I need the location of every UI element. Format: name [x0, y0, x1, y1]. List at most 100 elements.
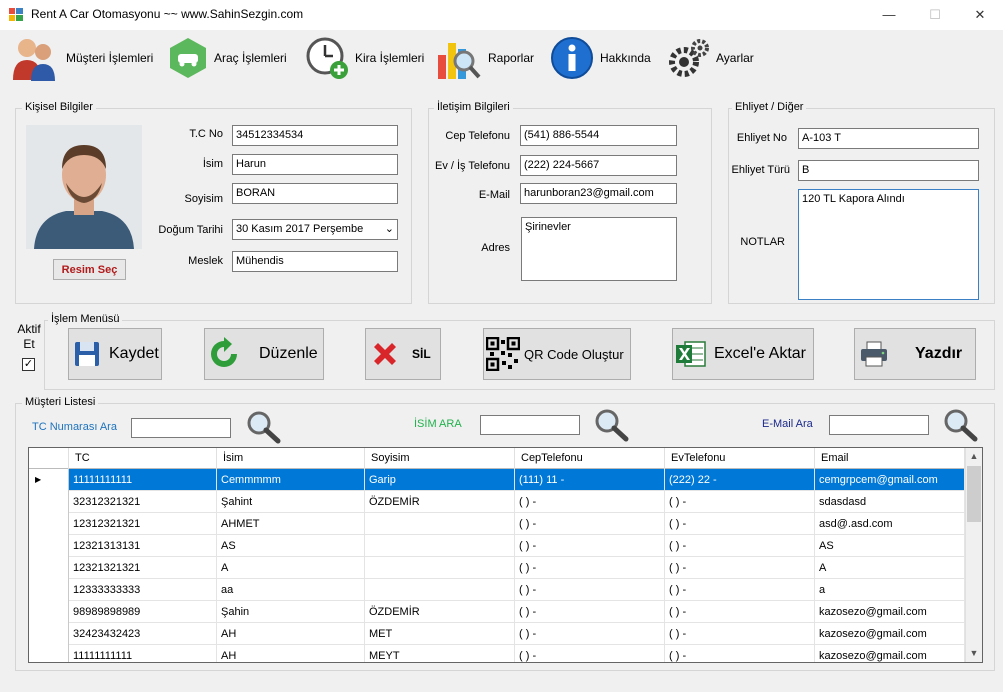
cell-tc[interactable]: 11111111111 [69, 469, 217, 491]
column-header-cellphone[interactable]: CepTelefonu [515, 448, 665, 469]
cell-tc[interactable]: 32312321321 [69, 491, 217, 513]
cell-surname[interactable]: MET [365, 623, 515, 645]
notes-input[interactable]: 120 TL Kapora Alındı [798, 189, 979, 300]
cell-email[interactable]: a [815, 579, 965, 601]
cell-surname[interactable]: ÖZDEMİR [365, 491, 515, 513]
cell-email[interactable]: sdasdasd [815, 491, 965, 513]
grid-scrollbar[interactable]: ▲ ▼ [965, 448, 982, 662]
cell-tc[interactable]: 11111111111 [69, 645, 217, 662]
cell-surname[interactable] [365, 579, 515, 601]
cell-tc[interactable]: 12321313131 [69, 535, 217, 557]
cell-homephone[interactable]: ( ) - [665, 513, 815, 535]
row-selector[interactable] [29, 491, 69, 513]
email-input[interactable]: harunboran23@gmail.com [520, 183, 677, 204]
search-tc-input[interactable] [131, 418, 231, 438]
column-header-homephone[interactable]: EvTelefonu [665, 448, 815, 469]
cell-email[interactable]: AS [815, 535, 965, 557]
cell-cellphone[interactable]: ( ) - [515, 535, 665, 557]
column-header-name[interactable]: İsim [217, 448, 365, 469]
table-row[interactable]: 12321321321 A( ) -( ) -A [29, 557, 965, 579]
address-input[interactable]: Şirinevler [521, 217, 677, 281]
table-row[interactable]: 32312321321 Şahint ÖZDEMİR( ) -( ) - sdasda… [29, 491, 965, 513]
customer-grid[interactable]: TC İsim Soyisim CepTelefonu EvTelefonu E… [28, 447, 983, 663]
maximize-button[interactable]: ☐ [912, 0, 958, 30]
name-input[interactable]: Harun [232, 154, 398, 175]
edit-button[interactable]: Düzenle [204, 328, 324, 380]
cell-cellphone[interactable]: ( ) - [515, 513, 665, 535]
print-button[interactable]: Yazdır [854, 328, 976, 380]
cell-surname[interactable]: ÖZDEMİR [365, 601, 515, 623]
cell-tc[interactable]: 12312321321 [69, 513, 217, 535]
cell-name[interactable]: Şahin [217, 601, 365, 623]
close-button[interactable]: ✕ [957, 0, 1003, 30]
cell-homephone[interactable]: ( ) - [665, 491, 815, 513]
delete-button[interactable]: SİL [365, 328, 441, 380]
cell-name[interactable]: AS [217, 535, 365, 557]
cell-name[interactable]: Şahint [217, 491, 365, 513]
table-row[interactable]: 12333333333 aa( ) -( ) -a [29, 579, 965, 601]
cell-name[interactable]: AH [217, 645, 365, 662]
row-selector[interactable] [29, 513, 69, 535]
menu-ayarlar[interactable]: Ayarlar [666, 33, 754, 83]
scroll-down-icon[interactable]: ▼ [966, 645, 982, 662]
row-selector[interactable] [29, 601, 69, 623]
column-header-tc[interactable]: TC [69, 448, 217, 469]
cell-name[interactable]: Cemmmmm [217, 469, 365, 491]
row-selector[interactable] [29, 535, 69, 557]
table-row[interactable]: 11111111111 AH MEYT( ) -( ) - kazosezo@gmai… [29, 645, 965, 662]
home-phone-input[interactable]: (222) 224-5667 [520, 155, 677, 176]
cell-tc[interactable]: 98989898989 [69, 601, 217, 623]
table-row[interactable]: 98989898989 Şahin ÖZDEMİR( ) -( ) - kazosez… [29, 601, 965, 623]
menu-hakkinda[interactable]: Hakkında [550, 33, 651, 83]
chevron-down-icon[interactable]: ⌄ [385, 222, 394, 237]
license-no-input[interactable]: A-103 T [798, 128, 979, 149]
cell-email[interactable]: cemgrpcem@gmail.com [815, 469, 965, 491]
row-selector[interactable] [29, 623, 69, 645]
cell-name[interactable]: AH [217, 623, 365, 645]
cell-email[interactable]: kazosezo@gmail.com [815, 645, 965, 662]
cell-name[interactable]: AHMET [217, 513, 365, 535]
cell-surname[interactable] [365, 535, 515, 557]
cell-tc[interactable]: 12321321321 [69, 557, 217, 579]
scroll-thumb[interactable] [967, 466, 981, 522]
cell-homephone[interactable]: ( ) - [665, 601, 815, 623]
row-selector[interactable] [29, 557, 69, 579]
cell-name[interactable]: aa [217, 579, 365, 601]
cell-cellphone[interactable]: ( ) - [515, 557, 665, 579]
minimize-button[interactable]: — [866, 0, 912, 30]
birth-date-picker[interactable]: 30 Kasım 2017 Perşembe ⌄ [232, 219, 398, 240]
cell-tc[interactable]: 32423432423 [69, 623, 217, 645]
save-button[interactable]: Kaydet [68, 328, 162, 380]
column-header-surname[interactable]: Soyisim [365, 448, 515, 469]
cell-cellphone[interactable]: ( ) - [515, 579, 665, 601]
search-email-input[interactable] [829, 415, 929, 435]
cell-email[interactable]: kazosezo@gmail.com [815, 623, 965, 645]
cell-tc[interactable]: 12333333333 [69, 579, 217, 601]
search-icon[interactable] [594, 408, 630, 442]
cell-phone-input[interactable]: (541) 886-5544 [520, 125, 677, 146]
cell-homephone[interactable]: ( ) - [665, 535, 815, 557]
cell-homephone[interactable]: ( ) - [665, 579, 815, 601]
column-header-email[interactable]: Email [815, 448, 965, 469]
cell-surname[interactable]: Garip [365, 469, 515, 491]
scroll-up-icon[interactable]: ▲ [966, 448, 982, 465]
menu-arac-islemleri[interactable]: Araç İşlemleri [168, 33, 287, 83]
job-input[interactable]: Mühendis [232, 251, 398, 272]
cell-homephone[interactable]: ( ) - [665, 557, 815, 579]
surname-input[interactable]: BORAN [232, 183, 398, 204]
cell-surname[interactable] [365, 557, 515, 579]
cell-cellphone[interactable]: ( ) - [515, 645, 665, 662]
license-type-input[interactable]: B [798, 160, 979, 181]
cell-email[interactable]: A [815, 557, 965, 579]
active-checkbox[interactable]: ✓ [22, 358, 35, 371]
table-row[interactable]: 32423432423 AH MET( ) -( ) - kazosezo@gmail… [29, 623, 965, 645]
cell-surname[interactable] [365, 513, 515, 535]
search-icon[interactable] [943, 408, 979, 442]
row-selector[interactable] [29, 645, 69, 662]
cell-homephone[interactable]: ( ) - [665, 623, 815, 645]
table-row[interactable]: 12321313131 AS( ) -( ) - AS [29, 535, 965, 557]
cell-email[interactable]: asd@.asd.com [815, 513, 965, 535]
cell-cellphone[interactable]: ( ) - [515, 601, 665, 623]
tc-input[interactable]: 34512334534 [232, 125, 398, 146]
cell-cellphone[interactable]: (111) 11 - [515, 469, 665, 491]
